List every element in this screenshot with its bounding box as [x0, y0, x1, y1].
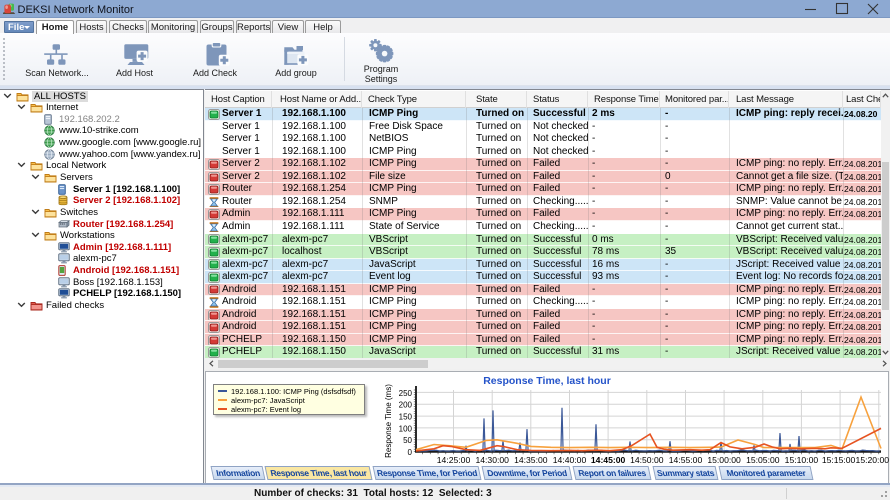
svg-text:0: 0 [408, 448, 413, 457]
svg-text:100: 100 [399, 424, 413, 433]
svg-text:14:30:00: 14:30:00 [475, 455, 509, 465]
svg-text:15:20:00: 15:20:00 [856, 455, 889, 465]
svg-text:250: 250 [399, 389, 413, 398]
svg-text:14:40:00: 14:40:00 [553, 455, 587, 465]
svg-text:15:00:00: 15:00:00 [707, 455, 741, 465]
svg-text:50: 50 [403, 436, 412, 445]
svg-text:14:35:00: 14:35:00 [514, 455, 548, 465]
svg-text:14:45:00: 14:45:00 [591, 455, 626, 465]
svg-text:150: 150 [399, 413, 413, 422]
svg-text:15:05:00: 15:05:00 [746, 455, 780, 465]
svg-text:15:10:00: 15:10:00 [785, 455, 819, 465]
svg-text:15:15:00: 15:15:00 [822, 455, 856, 465]
svg-text:14:50:00: 14:50:00 [630, 455, 664, 465]
svg-text:14:55:00: 14:55:00 [669, 455, 703, 465]
svg-text:14:25:00: 14:25:00 [437, 455, 471, 465]
svg-text:200: 200 [399, 401, 413, 410]
svg-text:Response Time (ms): Response Time (ms) [384, 384, 393, 458]
